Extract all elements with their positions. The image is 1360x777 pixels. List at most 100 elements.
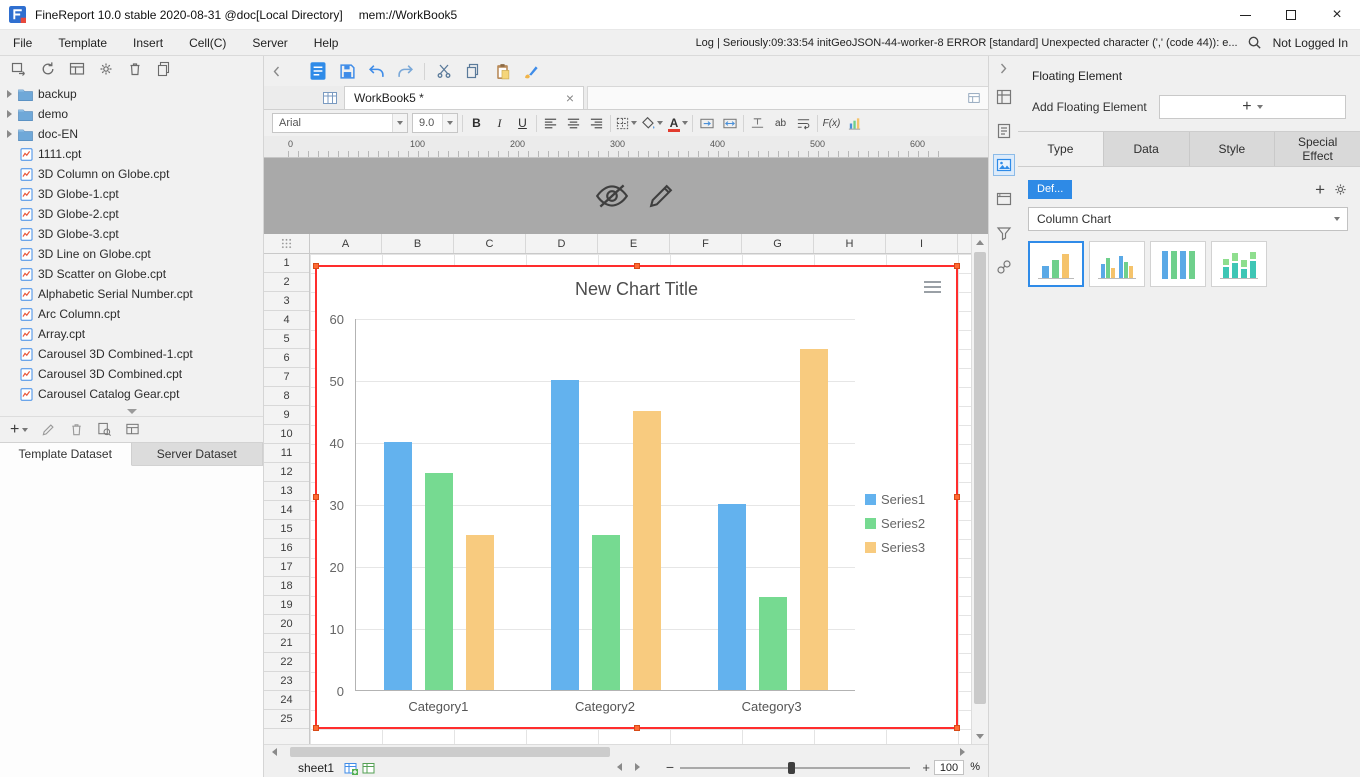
- select-all-corner[interactable]: [264, 234, 310, 253]
- scroll-left-button[interactable]: [266, 745, 282, 759]
- row-header[interactable]: 14: [264, 501, 309, 520]
- tree-file[interactable]: Carousel 3D Combined-1.cpt: [0, 344, 263, 364]
- maximize-button[interactable]: [1268, 0, 1314, 30]
- copy-template-button[interactable]: [156, 61, 172, 77]
- definition-tab[interactable]: Def...: [1028, 180, 1072, 199]
- row-header[interactable]: 24: [264, 691, 309, 710]
- login-status[interactable]: Not Logged In: [1271, 36, 1348, 50]
- collapse-right-panel-button[interactable]: [1000, 63, 1007, 74]
- row-header[interactable]: 9: [264, 406, 309, 425]
- scroll-up-button[interactable]: [972, 234, 988, 250]
- minimize-button[interactable]: [1222, 0, 1268, 30]
- new-template-button[interactable]: [308, 61, 328, 81]
- font-family-dropdown-button[interactable]: [392, 114, 407, 132]
- tree-file[interactable]: 1111.cpt: [0, 144, 263, 164]
- tree-folder[interactable]: demo: [0, 104, 263, 124]
- hyperlink-icon[interactable]: [993, 256, 1015, 278]
- align-right-button[interactable]: [587, 114, 606, 133]
- tree-file[interactable]: Carousel Catalog Gear.cpt: [0, 384, 263, 404]
- legend-item-series2[interactable]: Series2: [865, 515, 925, 532]
- tree-file[interactable]: 3D Globe-2.cpt: [0, 204, 263, 224]
- legend-item-series1[interactable]: Series1: [865, 491, 925, 508]
- paste-button[interactable]: [492, 61, 512, 81]
- template-grid-icon[interactable]: [322, 90, 338, 106]
- format-painter-button[interactable]: [521, 61, 541, 81]
- align-center-button[interactable]: [564, 114, 583, 133]
- row-header[interactable]: 21: [264, 634, 309, 653]
- chart-type-thumb-multi-series-column[interactable]: [1089, 241, 1145, 287]
- delete-button[interactable]: [127, 61, 143, 77]
- resize-handle[interactable]: [954, 725, 960, 731]
- column-header-h[interactable]: H: [814, 234, 886, 253]
- resize-handle[interactable]: [634, 263, 640, 269]
- panel-tab-type[interactable]: Type: [1018, 132, 1104, 166]
- tree-folder[interactable]: doc-EN: [0, 124, 263, 144]
- row-header[interactable]: 3: [264, 292, 309, 311]
- close-button[interactable]: ×: [1314, 0, 1360, 30]
- resize-handle[interactable]: [313, 263, 319, 269]
- row-header[interactable]: 20: [264, 615, 309, 634]
- underline-button[interactable]: U: [513, 114, 532, 133]
- prev-sheet-button[interactable]: [617, 763, 622, 771]
- tree-file[interactable]: 3D Globe-3.cpt: [0, 224, 263, 244]
- column-header-d[interactable]: D: [526, 234, 598, 253]
- expand-caret-icon[interactable]: [7, 110, 12, 118]
- zoom-in-button[interactable]: +: [922, 760, 930, 775]
- collapse-left-panel-button[interactable]: [270, 60, 283, 82]
- font-size-select[interactable]: 9.0: [412, 113, 458, 133]
- undo-button[interactable]: [366, 61, 386, 81]
- align-left-button[interactable]: [541, 114, 560, 133]
- resize-handle[interactable]: [313, 725, 319, 731]
- dataset-tab-template-dataset[interactable]: Template Dataset: [0, 443, 132, 466]
- horizontal-scroll-thumb[interactable]: [290, 747, 610, 757]
- row-header[interactable]: 6: [264, 349, 309, 368]
- tree-file[interactable]: 3D Column on Globe.cpt: [0, 164, 263, 184]
- panel-tab-style[interactable]: Style: [1190, 132, 1276, 166]
- formula-bar[interactable]: [587, 86, 988, 109]
- menu-item-file[interactable]: File: [0, 30, 45, 56]
- expand-caret-icon[interactable]: [7, 90, 12, 98]
- settings-button[interactable]: [98, 61, 114, 77]
- chart-type-thumb-percent-stacked-column[interactable]: [1150, 241, 1206, 287]
- tree-splitter[interactable]: [0, 406, 263, 416]
- cell-element-icon[interactable]: [993, 86, 1015, 108]
- cell-editor-icon[interactable]: [967, 91, 981, 105]
- tree-file[interactable]: 3D Globe-1.cpt: [0, 184, 263, 204]
- chart-type-dropdown-button[interactable]: [1327, 208, 1347, 230]
- condition-attributes-icon[interactable]: [993, 222, 1015, 244]
- row-header[interactable]: 10: [264, 425, 309, 444]
- row-header[interactable]: 11: [264, 444, 309, 463]
- font-family-select[interactable]: Arial: [272, 113, 408, 133]
- dataset-list-area[interactable]: [0, 466, 263, 777]
- bold-button[interactable]: B: [467, 114, 486, 133]
- tree-file[interactable]: 3D Line on Globe.cpt: [0, 244, 263, 264]
- chart-type-select[interactable]: Column Chart: [1028, 207, 1348, 231]
- row-header[interactable]: 18: [264, 577, 309, 596]
- chart-menu-icon[interactable]: [924, 281, 941, 293]
- row-header[interactable]: 25: [264, 710, 309, 729]
- horizontal-scrollbar[interactable]: [264, 744, 988, 759]
- row-header[interactable]: 12: [264, 463, 309, 482]
- row-header[interactable]: 19: [264, 596, 309, 615]
- redo-button[interactable]: [395, 61, 415, 81]
- hide-widget-icon[interactable]: [594, 182, 630, 210]
- row-header[interactable]: 1: [264, 254, 309, 273]
- tree-file[interactable]: Carousel 3D Combined.cpt: [0, 364, 263, 384]
- cut-button[interactable]: [434, 61, 454, 81]
- edit-widget-icon[interactable]: [648, 182, 675, 209]
- row-header[interactable]: 8: [264, 387, 309, 406]
- next-sheet-button[interactable]: [635, 763, 640, 771]
- add-floating-element-button[interactable]: +: [1159, 95, 1346, 119]
- cell-attribute-icon[interactable]: [993, 120, 1015, 142]
- expand-caret-icon[interactable]: [7, 130, 12, 138]
- zoom-out-button[interactable]: −: [666, 759, 674, 775]
- floating-chart[interactable]: New Chart Title 0102030405060 Category1C…: [315, 265, 958, 729]
- chart-type-thumb-grouped-column[interactable]: [1028, 241, 1084, 287]
- edit-dataset-button[interactable]: [41, 422, 56, 437]
- tree-folder[interactable]: backup: [0, 84, 263, 104]
- tree-file[interactable]: Array.cpt: [0, 324, 263, 344]
- shrink-text-button[interactable]: [748, 114, 767, 133]
- preview-dataset-button[interactable]: [97, 422, 112, 437]
- zoom-slider[interactable]: [680, 767, 910, 769]
- widget-settings-icon[interactable]: [993, 188, 1015, 210]
